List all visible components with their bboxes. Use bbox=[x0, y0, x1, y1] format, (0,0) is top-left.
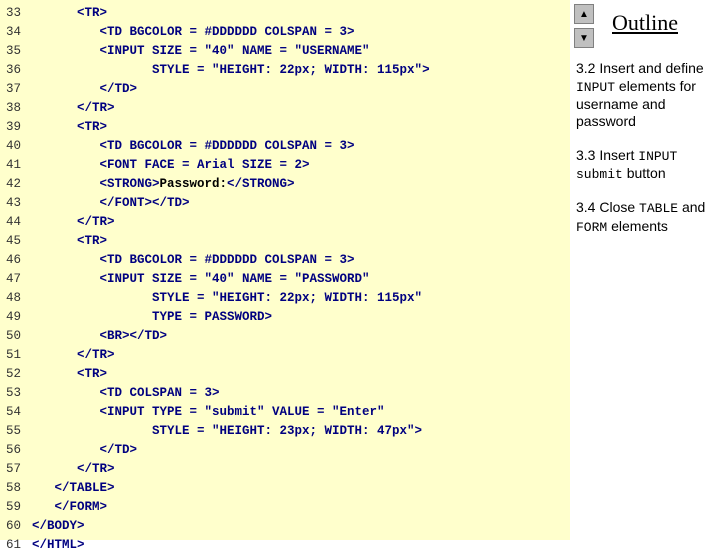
line-number: 46 bbox=[0, 251, 32, 270]
code-line: 42 <STRONG>Password:</STRONG> bbox=[0, 175, 570, 194]
code-line: 39 <TR> bbox=[0, 118, 570, 137]
code-text: <TD BGCOLOR = #DDDDDD COLSPAN = 3> bbox=[32, 137, 355, 156]
code-line: 54 <INPUT TYPE = "submit" VALUE = "Enter… bbox=[0, 403, 570, 422]
code-text: <TD COLSPAN = 3> bbox=[32, 384, 220, 403]
code-line: 49 TYPE = PASSWORD> bbox=[0, 308, 570, 327]
line-number: 52 bbox=[0, 365, 32, 384]
code-text: </TABLE> bbox=[32, 479, 115, 498]
line-number: 55 bbox=[0, 422, 32, 441]
line-number: 41 bbox=[0, 156, 32, 175]
outline-item: 3.2 Insert and define INPUT elements for… bbox=[576, 60, 716, 131]
line-number: 59 bbox=[0, 498, 32, 517]
code-line: 43 </FONT></TD> bbox=[0, 194, 570, 213]
line-number: 54 bbox=[0, 403, 32, 422]
line-number: 35 bbox=[0, 42, 32, 61]
code-panel: 33 <TR>34 <TD BGCOLOR = #DDDDDD COLSPAN … bbox=[0, 0, 570, 540]
code-text: <INPUT SIZE = "40" NAME = "USERNAME" bbox=[32, 42, 370, 61]
code-line: 61</HTML> bbox=[0, 536, 570, 555]
code-line: 44 </TR> bbox=[0, 213, 570, 232]
line-number: 45 bbox=[0, 232, 32, 251]
code-line: 40 <TD BGCOLOR = #DDDDDD COLSPAN = 3> bbox=[0, 137, 570, 156]
line-number: 47 bbox=[0, 270, 32, 289]
line-number: 38 bbox=[0, 99, 32, 118]
line-number: 49 bbox=[0, 308, 32, 327]
code-line: 37 </TD> bbox=[0, 80, 570, 99]
outline-panel: ▲ ▼ Outline 3.2 Insert and define INPUT … bbox=[572, 0, 720, 540]
code-line: 58 </TABLE> bbox=[0, 479, 570, 498]
code-line: 41 <FONT FACE = Arial SIZE = 2> bbox=[0, 156, 570, 175]
code-text: </TR> bbox=[32, 99, 115, 118]
code-text: STYLE = "HEIGHT: 22px; WIDTH: 115px" bbox=[32, 289, 422, 308]
line-number: 57 bbox=[0, 460, 32, 479]
code-line: 34 <TD BGCOLOR = #DDDDDD COLSPAN = 3> bbox=[0, 23, 570, 42]
code-text: </BODY> bbox=[32, 517, 85, 536]
code-text: <TR> bbox=[32, 4, 107, 23]
code-text: </TR> bbox=[32, 346, 115, 365]
code-text: <TD BGCOLOR = #DDDDDD COLSPAN = 3> bbox=[32, 251, 355, 270]
code-text: </TD> bbox=[32, 441, 137, 460]
code-text: <TD BGCOLOR = #DDDDDD COLSPAN = 3> bbox=[32, 23, 355, 42]
outline-item: 3.3 Insert INPUT submit button bbox=[576, 147, 716, 184]
line-number: 42 bbox=[0, 175, 32, 194]
code-line: 53 <TD COLSPAN = 3> bbox=[0, 384, 570, 403]
line-number: 33 bbox=[0, 4, 32, 23]
code-text: TYPE = PASSWORD> bbox=[32, 308, 272, 327]
code-text: </TR> bbox=[32, 213, 115, 232]
code-text: <INPUT SIZE = "40" NAME = "PASSWORD" bbox=[32, 270, 370, 289]
code-line: 51 </TR> bbox=[0, 346, 570, 365]
line-number: 36 bbox=[0, 61, 32, 80]
code-text: </FONT></TD> bbox=[32, 194, 190, 213]
code-line: 45 <TR> bbox=[0, 232, 570, 251]
line-number: 56 bbox=[0, 441, 32, 460]
outline-body: 3.2 Insert and define INPUT elements for… bbox=[576, 60, 716, 252]
code-text: </TD> bbox=[32, 80, 137, 99]
code-line: 59 </FORM> bbox=[0, 498, 570, 517]
line-number: 48 bbox=[0, 289, 32, 308]
code-line: 60</BODY> bbox=[0, 517, 570, 536]
code-line: 35 <INPUT SIZE = "40" NAME = "USERNAME" bbox=[0, 42, 570, 61]
code-text: <BR></TD> bbox=[32, 327, 167, 346]
code-line: 55 STYLE = "HEIGHT: 23px; WIDTH: 47px"> bbox=[0, 422, 570, 441]
outline-title: Outline bbox=[612, 10, 678, 36]
line-number: 43 bbox=[0, 194, 32, 213]
code-line: 57 </TR> bbox=[0, 460, 570, 479]
code-line: 50 <BR></TD> bbox=[0, 327, 570, 346]
line-number: 40 bbox=[0, 137, 32, 156]
code-line: 33 <TR> bbox=[0, 4, 570, 23]
code-line: 47 <INPUT SIZE = "40" NAME = "PASSWORD" bbox=[0, 270, 570, 289]
outline-item: 3.4 Close TABLE and FORM elements bbox=[576, 199, 716, 236]
line-number: 39 bbox=[0, 118, 32, 137]
code-text: <FONT FACE = Arial SIZE = 2> bbox=[32, 156, 310, 175]
code-text: <INPUT TYPE = "submit" VALUE = "Enter" bbox=[32, 403, 385, 422]
code-text: <STRONG>Password:</STRONG> bbox=[32, 175, 295, 194]
line-number: 60 bbox=[0, 517, 32, 536]
code-line: 38 </TR> bbox=[0, 99, 570, 118]
code-line: 46 <TD BGCOLOR = #DDDDDD COLSPAN = 3> bbox=[0, 251, 570, 270]
code-text: </TR> bbox=[32, 460, 115, 479]
code-text: <TR> bbox=[32, 118, 107, 137]
code-line: 52 <TR> bbox=[0, 365, 570, 384]
line-number: 58 bbox=[0, 479, 32, 498]
line-number: 50 bbox=[0, 327, 32, 346]
code-line: 48 STYLE = "HEIGHT: 22px; WIDTH: 115px" bbox=[0, 289, 570, 308]
code-text: <TR> bbox=[32, 365, 107, 384]
nav-icons: ▲ ▼ bbox=[574, 4, 594, 52]
line-number: 44 bbox=[0, 213, 32, 232]
line-number: 34 bbox=[0, 23, 32, 42]
line-number: 51 bbox=[0, 346, 32, 365]
code-text: </FORM> bbox=[32, 498, 107, 517]
code-line: 56 </TD> bbox=[0, 441, 570, 460]
nav-up-icon[interactable]: ▲ bbox=[574, 4, 594, 24]
code-text: STYLE = "HEIGHT: 23px; WIDTH: 47px"> bbox=[32, 422, 422, 441]
code-text: STYLE = "HEIGHT: 22px; WIDTH: 115px"> bbox=[32, 61, 430, 80]
nav-down-icon[interactable]: ▼ bbox=[574, 28, 594, 48]
line-number: 37 bbox=[0, 80, 32, 99]
code-line: 36 STYLE = "HEIGHT: 22px; WIDTH: 115px"> bbox=[0, 61, 570, 80]
code-text: <TR> bbox=[32, 232, 107, 251]
code-text: </HTML> bbox=[32, 536, 85, 555]
line-number: 61 bbox=[0, 536, 32, 555]
line-number: 53 bbox=[0, 384, 32, 403]
